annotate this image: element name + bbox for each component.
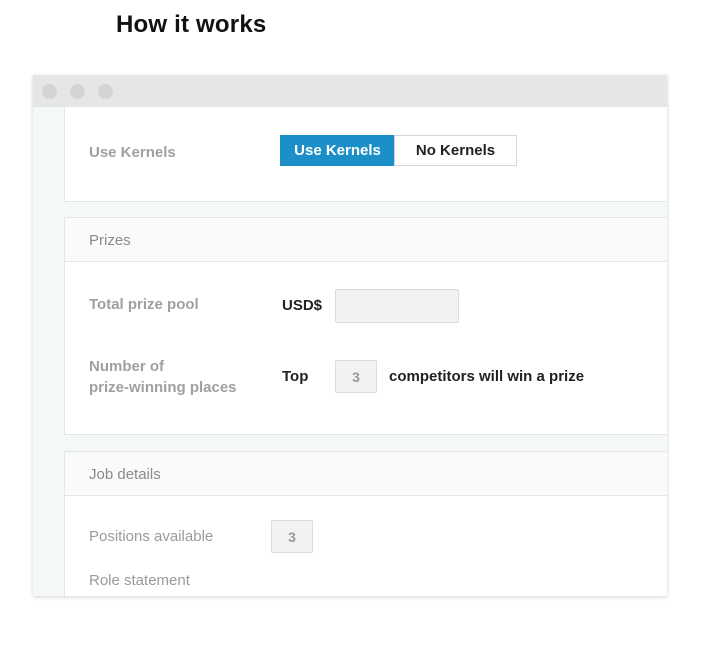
job-details-card: Job details Positions available 3 Role s…: [64, 451, 667, 596]
minimize-dot-icon[interactable]: [70, 84, 85, 99]
page-heading: How it works: [116, 11, 267, 38]
kernels-label: Use Kernels: [89, 144, 176, 161]
maximize-dot-icon[interactable]: [98, 84, 113, 99]
positions-label: Positions available: [89, 528, 214, 545]
prizes-card: Prizes Total prize pool USD$ Number of p…: [64, 217, 667, 435]
places-label-line1: Number of: [89, 358, 164, 375]
top-prefix: Top: [282, 368, 309, 385]
positions-input[interactable]: 3: [271, 520, 313, 553]
job-details-title: Job details: [89, 466, 161, 483]
prize-pool-label: Total prize pool: [89, 296, 199, 313]
places-input[interactable]: 3: [335, 360, 377, 393]
role-statement-label: Role statement: [89, 572, 190, 589]
places-label-line2: prize-winning places: [89, 379, 237, 396]
job-details-header: Job details: [65, 452, 667, 496]
prizes-header: Prizes: [65, 218, 667, 262]
kernels-card: Use Kernels Use Kernels No Kernels: [64, 106, 667, 202]
browser-window: Use Kernels Use Kernels No Kernels Prize…: [33, 75, 667, 596]
prizes-title: Prizes: [89, 232, 131, 249]
prize-pool-input[interactable]: [335, 289, 459, 323]
window-titlebar: [33, 75, 667, 107]
places-suffix: competitors will win a prize: [389, 368, 585, 385]
use-kernels-button[interactable]: Use Kernels: [280, 135, 395, 166]
no-kernels-button[interactable]: No Kernels: [394, 135, 517, 166]
close-dot-icon[interactable]: [42, 84, 57, 99]
currency-label: USD$: [282, 297, 323, 314]
